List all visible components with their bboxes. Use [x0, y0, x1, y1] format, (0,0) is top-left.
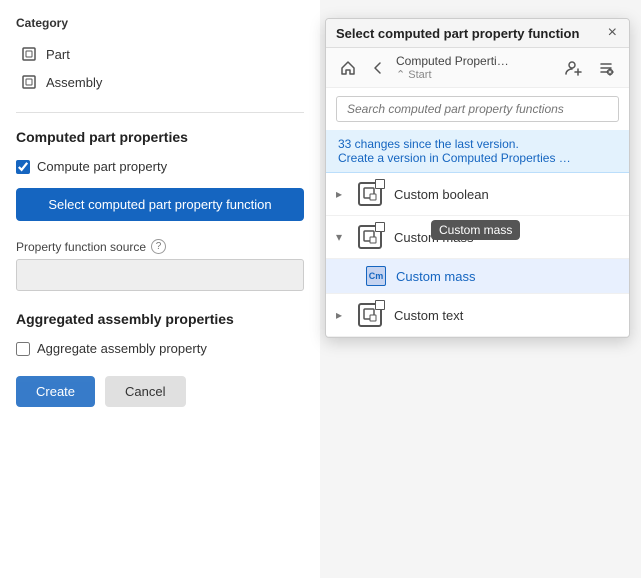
- category-header: Category: [16, 16, 304, 30]
- settings-button[interactable]: [593, 57, 619, 79]
- aggregate-assembly-checkbox[interactable]: [16, 342, 30, 356]
- cancel-button[interactable]: Cancel: [105, 376, 185, 407]
- info-text: 33 changes since the last version.: [338, 137, 519, 151]
- aggregated-section: Aggregated assembly properties Aggregate…: [16, 311, 304, 356]
- divider-1: [16, 112, 304, 113]
- modal-header: Select computed part property function ×: [326, 19, 629, 48]
- home-button[interactable]: [336, 58, 360, 78]
- select-computed-btn[interactable]: Select computed part property function: [16, 188, 304, 221]
- list-item-custom-mass[interactable]: ▾ Custom mass Custom mass: [326, 216, 629, 259]
- custom-text-label: Custom text: [394, 308, 463, 323]
- custom-mass-tooltip: Custom mass: [431, 220, 520, 240]
- back-button[interactable]: [366, 58, 390, 78]
- computed-section-title: Computed part properties: [16, 129, 304, 145]
- modal-close-button[interactable]: ×: [606, 25, 619, 41]
- aggregate-assembly-label: Aggregate assembly property: [37, 341, 207, 356]
- bottom-buttons: Create Cancel: [16, 376, 304, 407]
- custom-boolean-label: Custom boolean: [394, 187, 489, 202]
- add-member-button[interactable]: [561, 57, 587, 79]
- category-item-assembly-label: Assembly: [46, 75, 102, 90]
- help-icon[interactable]: ?: [151, 239, 166, 254]
- category-item-part-label: Part: [46, 47, 70, 62]
- search-input[interactable]: [336, 96, 619, 122]
- aggregate-assembly-row[interactable]: Aggregate assembly property: [16, 341, 304, 356]
- info-banner: 33 changes since the last version. Creat…: [326, 130, 629, 173]
- custom-mass-icon: [356, 223, 384, 251]
- create-button[interactable]: Create: [16, 376, 95, 407]
- custom-mass-sub-icon: Cm: [366, 266, 386, 286]
- chevron-right-icon-2: ▸: [336, 308, 348, 322]
- compute-part-property-checkbox[interactable]: [16, 160, 30, 174]
- modal-toolbar: Computed Properti… ⌃ Start: [326, 48, 629, 88]
- left-panel: Category Part Assembly Computed part pro…: [0, 0, 320, 578]
- list-item-custom-mass-sub[interactable]: Cm Custom mass: [326, 259, 629, 294]
- part-icon: [20, 45, 38, 63]
- compute-part-property-label: Compute part property: [37, 159, 167, 174]
- chevron-right-icon: ▸: [336, 187, 348, 201]
- chevron-down-icon: ▾: [336, 230, 348, 244]
- modal-list: ▸ Custom boolean ▾: [326, 173, 629, 337]
- custom-boolean-icon: [356, 180, 384, 208]
- create-version-link[interactable]: Create a version in Computed Properties …: [338, 151, 571, 165]
- breadcrumb-title: Computed Properti…: [396, 54, 555, 68]
- modal-panel: Select computed part property function ×…: [325, 18, 630, 338]
- aggregated-section-title: Aggregated assembly properties: [16, 311, 304, 327]
- list-item-custom-boolean[interactable]: ▸ Custom boolean: [326, 173, 629, 216]
- compute-part-property-row[interactable]: Compute part property: [16, 159, 304, 174]
- custom-text-icon: [356, 301, 384, 329]
- property-function-source-input[interactable]: [16, 259, 304, 291]
- list-item-custom-text[interactable]: ▸ Custom text: [326, 294, 629, 337]
- breadcrumb: Computed Properti… ⌃ Start: [396, 54, 555, 81]
- breadcrumb-sub: ⌃ Start: [396, 68, 555, 81]
- modal-title: Select computed part property function: [336, 26, 606, 41]
- property-function-source-label: Property function source ?: [16, 239, 304, 254]
- search-container: [326, 88, 629, 130]
- custom-mass-sub-label: Custom mass: [396, 269, 475, 284]
- category-item-part[interactable]: Part: [16, 40, 304, 68]
- category-item-assembly[interactable]: Assembly: [16, 68, 304, 96]
- assembly-icon: [20, 73, 38, 91]
